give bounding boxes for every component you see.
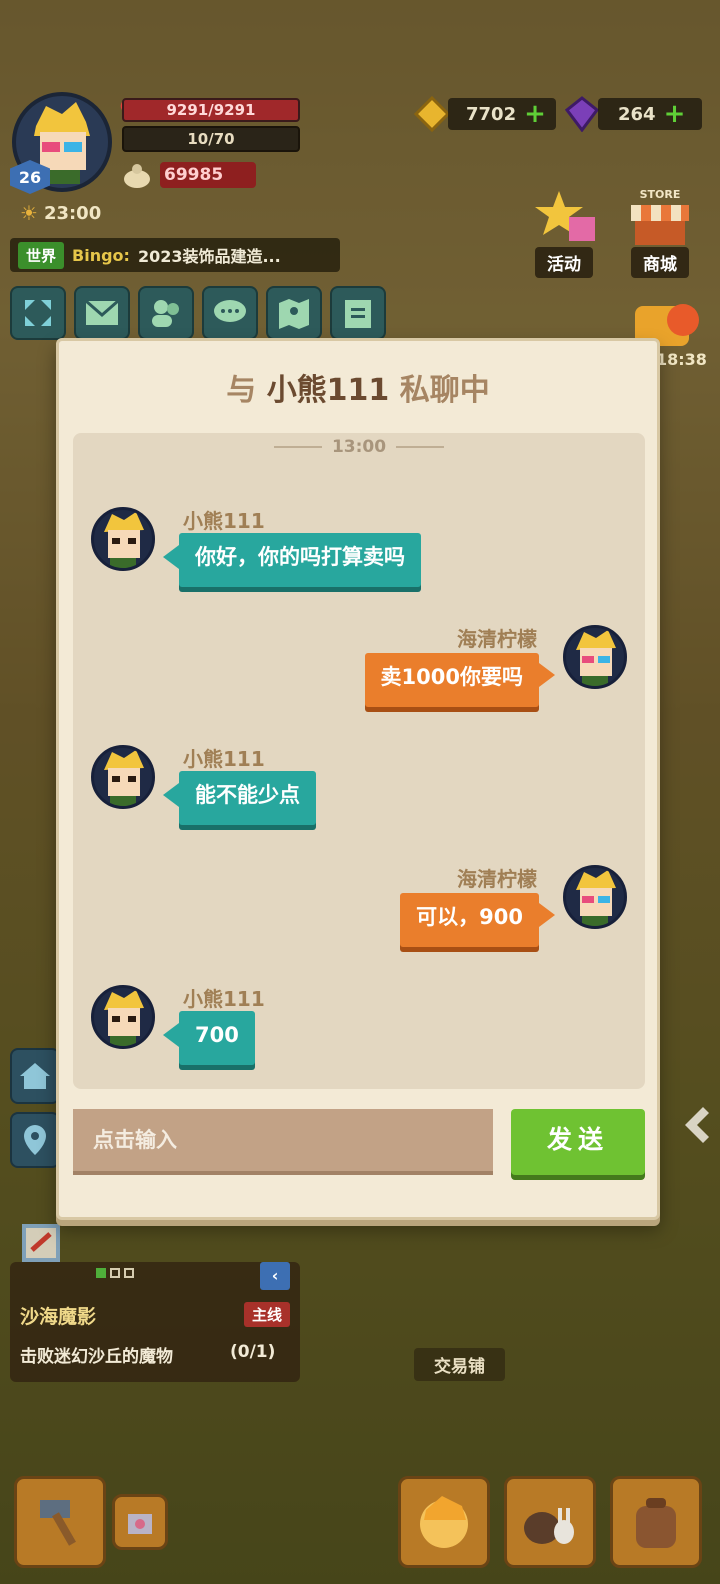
bubble-tail bbox=[163, 1023, 179, 1047]
world-chat-message: 2023装饰品建造... bbox=[137, 247, 281, 266]
world-chat-sender: Bingo: bbox=[72, 245, 130, 265]
bubble-tail bbox=[163, 783, 179, 807]
dialog-title: 与 小熊111 私聊中 bbox=[59, 365, 657, 409]
store-button[interactable]: STORE 商城 bbox=[618, 182, 702, 278]
quest-panel[interactable]: ‹ 沙海魔影 主线 击败迷幻沙丘的魔物 (0/1) bbox=[10, 1262, 300, 1382]
chat-bubble-icon bbox=[214, 300, 246, 322]
activity-star-icon bbox=[535, 191, 595, 241]
hammer-icon bbox=[40, 1500, 76, 1546]
chat-input-field[interactable]: 点击输入 bbox=[73, 1109, 493, 1175]
quest-scroll-icon bbox=[16, 1218, 66, 1268]
notice-button[interactable] bbox=[330, 286, 386, 340]
title-prefix: 与 bbox=[226, 373, 257, 408]
title-suffix: 私聊中 bbox=[399, 373, 490, 408]
quest-collapse-button[interactable]: ‹ bbox=[260, 1262, 290, 1290]
world-channel-tag: 世界 bbox=[18, 241, 65, 269]
send-button[interactable]: 发送 bbox=[511, 1109, 645, 1175]
map-icon bbox=[279, 299, 309, 329]
partner-avatar-icon bbox=[104, 990, 144, 1046]
location-button[interactable] bbox=[10, 1112, 60, 1168]
add-gem-icon[interactable]: + bbox=[664, 99, 686, 129]
friends-button[interactable] bbox=[138, 286, 194, 340]
self-avatar[interactable] bbox=[563, 865, 627, 929]
add-gold-icon[interactable]: + bbox=[524, 99, 546, 129]
self-avatar-icon bbox=[576, 870, 616, 926]
partner-avatar-icon bbox=[104, 512, 144, 568]
friends-icon bbox=[152, 300, 179, 327]
quest-progress: (0/1) bbox=[230, 1342, 276, 1362]
chat-message-list[interactable]: 13:00 小熊111 你好，你的吗打算卖吗 海清柠檬 卖1000你要吗 小熊1… bbox=[73, 433, 645, 1089]
character-button[interactable] bbox=[398, 1476, 490, 1568]
coin-bag-icon bbox=[118, 160, 156, 190]
world-chat-bar[interactable]: 世界 Bingo: 2023装饰品建造... bbox=[10, 238, 340, 272]
notice-board-icon bbox=[345, 300, 371, 328]
partner-avatar-icon bbox=[104, 750, 144, 806]
message-sender: 小熊111 bbox=[183, 987, 265, 1011]
expand-button[interactable] bbox=[10, 286, 66, 340]
store-sign: STORE bbox=[639, 188, 681, 201]
bubble-tail bbox=[539, 903, 555, 927]
expand-icon bbox=[25, 300, 51, 326]
message-sender: 小熊111 bbox=[183, 747, 265, 771]
location-pin-icon bbox=[24, 1125, 46, 1155]
map-button[interactable] bbox=[266, 286, 322, 340]
chat-bubble-right: 卖1000你要吗 bbox=[364, 653, 539, 707]
gem-count: 264 bbox=[618, 103, 656, 125]
chat-bubble-left: 能不能少点 bbox=[179, 771, 316, 825]
private-chat-dialog: 与 小熊111 私聊中 13:00 小熊111 你好，你的吗打算卖吗 海清柠檬 … bbox=[56, 338, 660, 1220]
pets-button[interactable] bbox=[504, 1476, 596, 1568]
partner-avatar[interactable] bbox=[91, 507, 155, 571]
backpack-button[interactable] bbox=[610, 1476, 702, 1568]
chat-bubble-right: 可以，900 bbox=[400, 893, 539, 947]
game-clock: ☀ 23:00 bbox=[20, 201, 101, 225]
self-avatar[interactable] bbox=[563, 625, 627, 689]
trade-shop-label: 交易铺 bbox=[414, 1348, 505, 1381]
energy-bar: 10/70 bbox=[122, 126, 300, 152]
sun-icon: ☀ bbox=[20, 201, 38, 225]
message-sender: 海清柠檬 bbox=[457, 627, 537, 651]
activity-label: 活动 bbox=[535, 247, 593, 278]
home-button[interactable] bbox=[10, 1048, 60, 1104]
mail-icon bbox=[85, 299, 119, 325]
coin-count: 69985 bbox=[160, 162, 256, 188]
store-label: 商城 bbox=[631, 247, 689, 278]
gold-diamond-icon bbox=[412, 94, 452, 134]
store-awning-icon bbox=[631, 205, 689, 245]
pet-icon bbox=[524, 1508, 574, 1544]
chat-partner-name: 小熊111 bbox=[266, 373, 390, 408]
activity-button[interactable]: 活动 bbox=[522, 182, 606, 278]
gold-count: 7702 bbox=[466, 103, 517, 125]
message-sender: 小熊111 bbox=[183, 509, 265, 533]
home-icon bbox=[20, 1063, 50, 1089]
furniture-icon bbox=[128, 1514, 152, 1534]
build-hammer-button[interactable] bbox=[14, 1476, 106, 1568]
quest-title: 沙海魔影 bbox=[20, 1306, 97, 1328]
chat-bubble-left: 700 bbox=[179, 1011, 255, 1065]
bubble-tail bbox=[163, 545, 179, 569]
self-avatar-icon bbox=[576, 630, 616, 686]
partner-avatar[interactable] bbox=[91, 985, 155, 1049]
mail-button[interactable] bbox=[74, 286, 130, 340]
gem-counter: 264 + bbox=[598, 98, 702, 130]
partner-avatar[interactable] bbox=[91, 745, 155, 809]
message-sender: 海清柠檬 bbox=[457, 867, 537, 891]
backpack-icon bbox=[636, 1498, 676, 1548]
quest-description: 击败迷幻沙丘的魔物 bbox=[20, 1347, 173, 1367]
time-separator-text: 13:00 bbox=[331, 437, 387, 457]
quest-page-dots bbox=[96, 1268, 134, 1278]
quest-main-tag: 主线 bbox=[244, 1302, 291, 1327]
event-timer: 18:38 bbox=[656, 350, 707, 369]
collapse-arrow-icon[interactable] bbox=[676, 1100, 716, 1150]
bubble-tail bbox=[539, 663, 555, 687]
character-face-icon bbox=[420, 1496, 468, 1548]
clock-text: 23:00 bbox=[43, 202, 102, 224]
hp-bar: 9291/9291 bbox=[122, 98, 300, 122]
time-separator: 13:00 bbox=[73, 433, 645, 461]
gold-counter: 7702 + bbox=[448, 98, 556, 130]
furniture-button[interactable] bbox=[112, 1494, 168, 1550]
chat-bubble-left: 你好，你的吗打算卖吗 bbox=[179, 533, 421, 587]
gem-icon bbox=[562, 94, 602, 134]
chat-button[interactable] bbox=[202, 286, 258, 340]
